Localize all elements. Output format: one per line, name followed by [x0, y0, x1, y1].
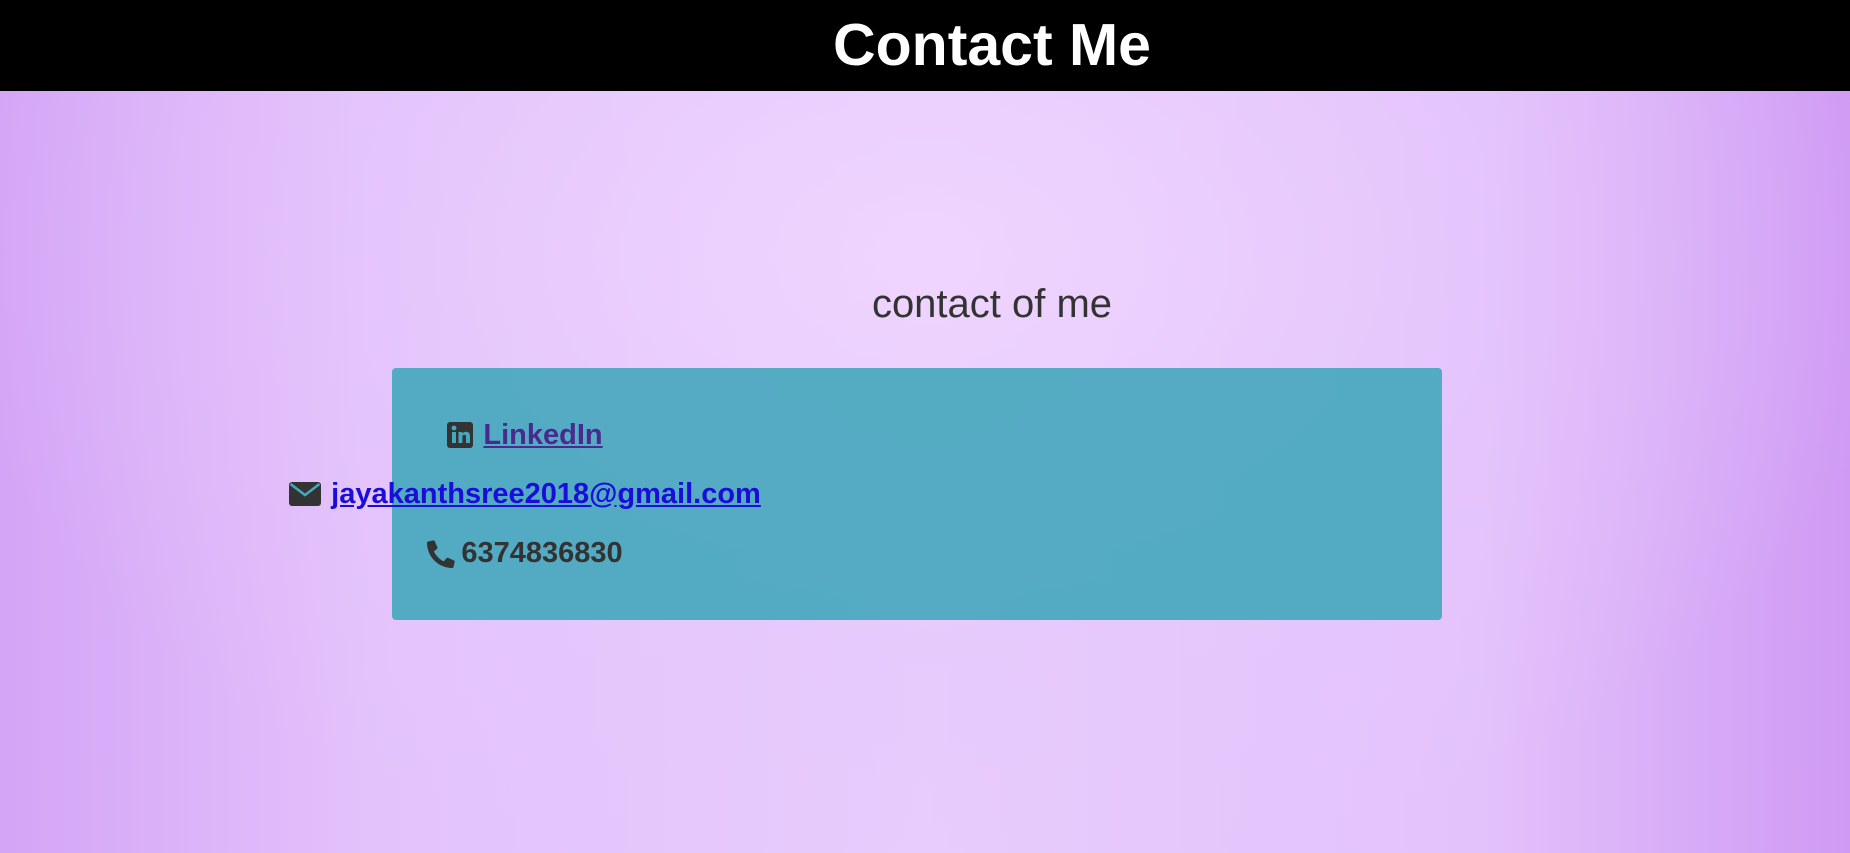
- contact-subtitle: contact of me: [0, 280, 1850, 328]
- phone-icon: [427, 538, 456, 568]
- contact-row-phone: 6374836830: [0, 533, 1050, 573]
- page-header: Contact Me: [0, 0, 1850, 91]
- phone-number: 6374836830: [461, 536, 623, 569]
- envelope-icon: [289, 482, 322, 506]
- linkedin-icon: [447, 421, 474, 449]
- contact-subtitle-text: contact of me: [871, 282, 1113, 326]
- linkedin-link[interactable]: LinkedIn: [483, 419, 602, 452]
- contact-row-email: jayakanthsree2018@gmail.com: [0, 474, 1050, 514]
- email-link[interactable]: jayakanthsree2018@gmail.com: [331, 478, 761, 511]
- page-title: Contact Me: [833, 12, 1151, 78]
- contact-row-linkedin: LinkedIn: [0, 415, 1050, 455]
